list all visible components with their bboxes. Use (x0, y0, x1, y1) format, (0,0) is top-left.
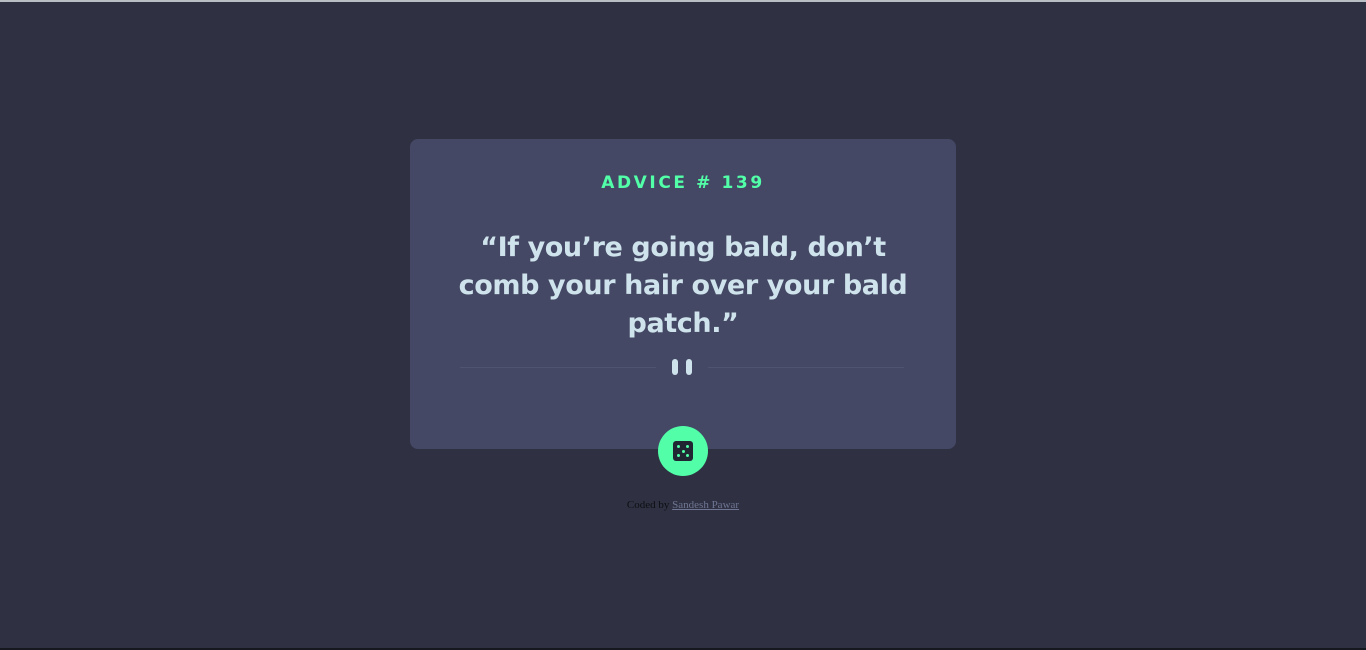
divider-line-left (460, 367, 656, 368)
divider-line-right (708, 367, 904, 368)
dice-pip (681, 449, 685, 453)
author-link[interactable]: Sandesh Pawar (672, 499, 739, 511)
advice-id-label: ADVICE # 139 (601, 173, 765, 193)
pause-bar-left (672, 359, 678, 375)
dice-pip (677, 445, 680, 448)
new-advice-button[interactable] (658, 426, 708, 476)
footer-credit: Coded by Sandesh Pawar (0, 498, 1366, 512)
advice-quote: “If you’re going bald, don’t comb your h… (458, 232, 908, 339)
dice-pip (686, 445, 689, 448)
dice-pip (686, 454, 689, 457)
dice-icon (673, 441, 693, 461)
dice-pip (677, 454, 680, 457)
advice-card: ADVICE # 139 “If you’re going bald, don’… (410, 139, 956, 449)
pause-bar-right (686, 359, 692, 375)
footer-prefix: Coded by (626, 499, 670, 511)
pause-icon (672, 359, 692, 375)
divider (460, 357, 904, 377)
